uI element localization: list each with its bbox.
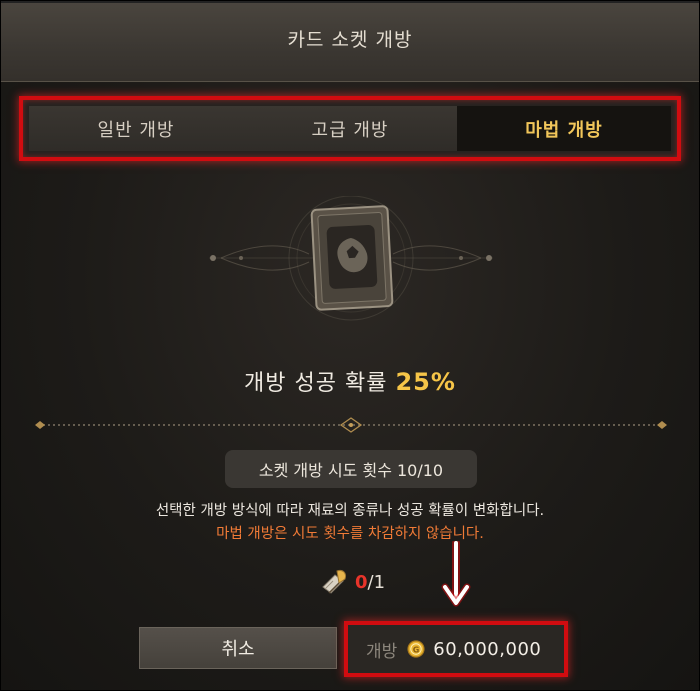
svg-text:G: G [413, 646, 420, 655]
tab-normal-open[interactable]: 일반 개방 [29, 106, 243, 151]
open-cost: 60,000,000 [433, 638, 542, 660]
material-have-count: 0 [355, 571, 368, 593]
open-button[interactable]: 개방 G 60,000,000 [344, 621, 568, 677]
scroll-quill-icon [322, 570, 346, 594]
tab-magic-open[interactable]: 마법 개방 [457, 106, 671, 151]
ornament-divider [35, 417, 667, 433]
success-rate-label: 개방 성공 확률 [244, 371, 388, 396]
success-rate-value: 25% [395, 368, 456, 396]
card-socket-dialog: 카드 소켓 개방 일반 개방 고급 개방 마법 개방 개방 성공 확률 25% [0, 0, 700, 691]
cancel-button[interactable]: 취소 [139, 627, 337, 669]
tab-advanced-open[interactable]: 고급 개방 [243, 106, 457, 151]
gold-coin-icon: G [407, 640, 425, 658]
arrow-down-icon [441, 541, 471, 607]
socket-attempts-badge: 소켓 개방 시도 횟수 10/10 [225, 450, 477, 488]
dialog-title: 카드 소켓 개방 [287, 29, 413, 51]
open-button-label: 개방 [366, 641, 398, 662]
title-bar: 카드 소켓 개방 [1, 1, 699, 82]
warning-text: 마법 개방은 시도 횟수를 차감하지 않습니다. [216, 526, 484, 542]
material-need-count: /1 [367, 571, 386, 593]
required-material: 0/1 [319, 566, 385, 598]
open-method-tabs: 일반 개방 고급 개방 마법 개방 [19, 96, 681, 161]
success-rate: 개방 성공 확률 25% [1, 365, 699, 397]
card-socket-emblem-icon [209, 196, 493, 321]
info-text: 선택한 개방 방식에 따라 재료의 종류나 성공 확률이 변화합니다. [155, 503, 545, 519]
